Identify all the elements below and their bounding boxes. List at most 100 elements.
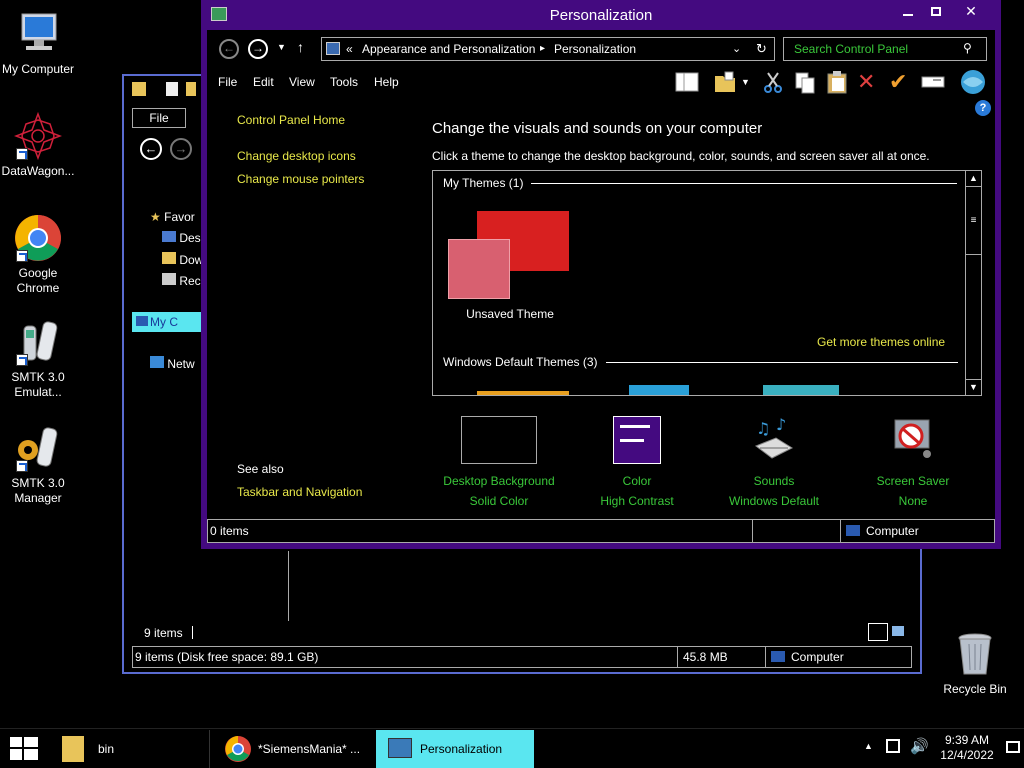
paste-icon[interactable] [825,70,849,94]
desktop-icon-datawagon[interactable]: DataWagon... [0,111,76,179]
menu-edit[interactable]: Edit [253,75,274,89]
breadcrumb-overflow[interactable]: « [346,38,353,60]
tree-network[interactable]: Netw [150,356,195,371]
file-tab[interactable]: File [132,108,186,128]
tiles-view-icon[interactable] [892,626,904,636]
desktop-icon-recycle-bin[interactable]: Recycle Bin [937,630,1013,697]
taskbar-navigation-link[interactable]: Taskbar and Navigation [237,485,362,499]
taskbar-button-bin[interactable]: bin [50,730,210,768]
up-button[interactable]: ↑ [297,39,304,55]
status-divider [752,520,753,542]
computer-small-icon [846,525,860,536]
scroll-thumb[interactable]: ≡ [966,187,981,255]
breadcrumb-personalization[interactable]: Personalization [554,38,636,60]
help-icon[interactable]: ? [975,100,991,116]
tree-recent[interactable]: Rec [162,273,201,288]
minimize-icon [903,14,913,16]
search-icon[interactable]: ⚲ [963,41,972,55]
forward-button[interactable]: → [170,138,192,160]
status-location: Computer [791,650,844,664]
desktop-background-option[interactable]: Desktop Background Solid Color [439,416,559,508]
default-themes-group: Windows Default Themes (3) [443,355,958,369]
start-button[interactable] [10,737,38,761]
page-subheading: Click a theme to change the desktop back… [432,149,930,163]
page-heading: Change the visuals and sounds on your co… [432,120,763,137]
unsaved-theme-tile[interactable]: Unsaved Theme [447,209,571,323]
notification-icon[interactable] [1006,741,1020,753]
address-bar[interactable]: « Appearance and Personalization ▸ Perso… [321,37,775,61]
delete-icon[interactable]: ✕ [857,70,881,94]
folder-options-icon[interactable] [713,70,737,94]
close-button[interactable]: ✕ [951,2,991,22]
svg-text:♫: ♫ [756,419,770,438]
get-more-themes-link[interactable]: Get more themes online [817,335,945,349]
taskbar-button-personalization[interactable]: Personalization [376,730,534,768]
color-option[interactable]: Color High Contrast [585,416,689,508]
computer-small-icon [771,651,785,662]
desktop-icon-smtk-manager[interactable]: SMTK 3.0 Manager [0,424,76,506]
tree-favorites[interactable]: ★ Favor [150,210,195,224]
copy-icon[interactable] [793,70,817,94]
details-view-icon[interactable] [868,623,888,641]
maximize-icon [931,7,941,16]
pane-divider[interactable] [288,551,289,621]
rename-icon[interactable] [921,70,945,94]
recent-dropdown-icon[interactable]: ▼ [277,42,286,52]
sounds-option[interactable]: ♫ ♪ Sounds Windows Default [721,415,827,508]
breadcrumb-separator[interactable]: ▸ [540,38,545,60]
personalization-window[interactable]: Personalization ✕ ← → ▼ ↑ « Appearance a… [201,0,1001,549]
back-button[interactable]: ← [140,138,162,160]
tray-overflow-icon[interactable]: ▲ [864,741,873,751]
forward-button[interactable]: → [248,39,268,59]
chrome-icon [225,736,251,762]
screen-saver-option[interactable]: Screen Saver None [867,416,959,508]
change-mouse-pointers-link[interactable]: Change mouse pointers [237,172,364,186]
default-theme-preview-3[interactable] [763,385,839,395]
refresh-icon[interactable]: ↻ [756,38,767,60]
folder-new-icon[interactable] [186,82,196,96]
volume-icon[interactable]: 🔊 [910,737,929,755]
scroll-up-icon[interactable]: ▲ [966,171,981,187]
explorer-status-bar: 9 items (Disk free space: 89.1 GB) 45.8 … [132,646,912,668]
unsaved-theme-label: Unsaved Theme [466,307,554,321]
menu-help[interactable]: Help [374,75,399,89]
desktop-icon-smtk-emulator[interactable]: SMTK 3.0 Emulat... [0,318,76,400]
menu-view[interactable]: View [289,75,315,89]
view-dropdown-icon[interactable]: ▼ [741,70,753,94]
desktop-icon-chrome[interactable]: Google Chrome [0,214,76,296]
default-theme-preview-2[interactable] [629,385,689,395]
shell-globe-icon[interactable] [959,68,985,94]
address-dropdown-icon[interactable]: ⌄ [732,38,741,60]
properties-check-icon[interactable]: ✔ [889,70,913,94]
tree-desktop[interactable]: Des [162,231,201,245]
desktop-icon-my-computer[interactable]: My Computer [0,10,76,77]
breadcrumb-appearance[interactable]: Appearance and Personalization [362,38,535,60]
svg-text:♪: ♪ [776,416,786,434]
properties-icon[interactable] [166,82,178,96]
clock[interactable]: 9:39 AM 12/4/2022 [936,733,998,763]
cut-icon[interactable] [761,70,785,94]
change-desktop-icons-link[interactable]: Change desktop icons [237,149,356,163]
theme-preview-window [448,239,510,299]
themes-scrollbar[interactable]: ▲ ≡ ▼ [965,171,981,395]
menu-tools[interactable]: Tools [330,75,358,89]
layout-icon[interactable] [675,70,699,94]
themes-list[interactable]: My Themes (1) Unsaved Theme Get more the… [432,170,982,396]
default-theme-preview-1[interactable] [477,391,569,395]
control-panel-home-link[interactable]: Control Panel Home [237,113,345,127]
network-tray-icon[interactable] [886,739,900,753]
search-input[interactable]: Search Control Panel [783,37,987,61]
scroll-down-icon[interactable]: ▼ [966,379,981,395]
minimize-button[interactable] [893,2,923,22]
computer-small-icon [136,316,148,326]
tree-downloads[interactable]: Dow [162,252,203,267]
taskbar-button-chrome[interactable]: *SiemensMania* ... [214,730,372,768]
maximize-button[interactable] [923,2,949,22]
recycle-bin-icon [951,630,999,678]
desktop-icon-label: SMTK 3.0 Manager [11,476,65,505]
back-button[interactable]: ← [219,39,239,59]
desktop-icon-label: Recycle Bin [943,682,1007,696]
shortcut-arrow-icon [16,354,28,366]
tree-my-computer[interactable]: My C [132,312,204,332]
menu-file[interactable]: File [218,75,237,89]
